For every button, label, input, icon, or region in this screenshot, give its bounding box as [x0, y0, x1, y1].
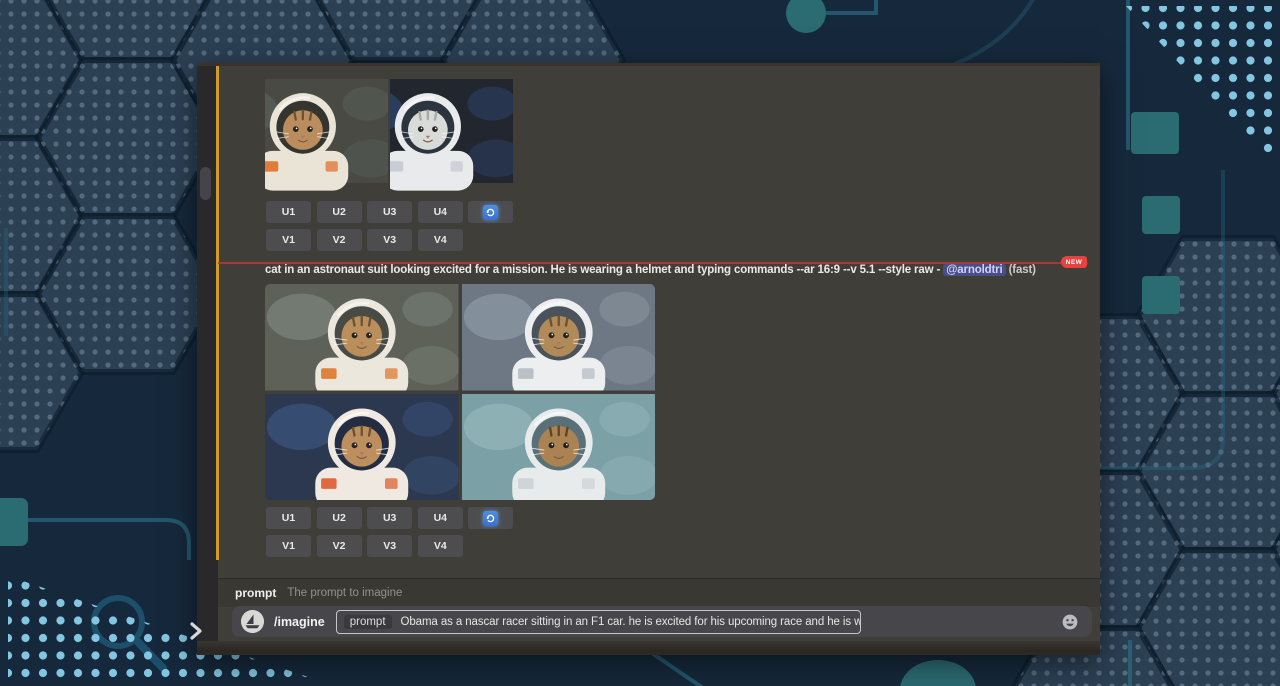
user-mention[interactable]: @arnoldtri [943, 264, 1005, 276]
command-option-popup[interactable]: prompt The prompt to imagine [218, 578, 1100, 607]
image-grid [265, 284, 655, 500]
separator: - [936, 264, 940, 276]
slash-command-label: /imagine [274, 615, 325, 629]
prompt-input-value[interactable]: Obama as a nascar racer sitting in an F1… [401, 616, 861, 628]
v2-button[interactable]: V2 [317, 229, 362, 251]
upscale-button-row: U1 U2 U3 U4 [266, 201, 513, 223]
chevron-right-icon[interactable] [190, 622, 202, 640]
v4-button[interactable]: V4 [418, 535, 463, 557]
variation-button-row: V1 V2 V3 V4 [266, 229, 463, 251]
option-hint: The prompt to imagine [287, 587, 402, 599]
v1-button[interactable]: V1 [266, 535, 311, 557]
midjourney-sailboat-icon [241, 610, 264, 633]
preview-image[interactable] [390, 66, 513, 196]
scrollbar-thumb[interactable] [200, 167, 211, 200]
highlight-bar [216, 66, 219, 560]
grid-image-4[interactable] [462, 394, 656, 501]
variation-button-row: V1 V2 V3 V4 [266, 535, 463, 557]
emoji-picker-icon[interactable] [1061, 613, 1079, 631]
reroll-button[interactable] [468, 507, 513, 529]
v4-button[interactable]: V4 [418, 229, 463, 251]
preview-image[interactable] [265, 66, 388, 196]
upscale-preview-pair [265, 66, 513, 196]
desktop: U1 U2 U3 U4 V1 V2 V3 V4 NEW cat in an [0, 0, 1280, 686]
refresh-icon [483, 511, 498, 526]
prompt-option-field[interactable]: prompt Obama as a nascar racer sitting i… [336, 610, 861, 634]
reroll-button[interactable] [468, 201, 513, 223]
upscale-button-row: U1 U2 U3 U4 [266, 507, 513, 529]
grid-image-1[interactable] [265, 284, 459, 391]
u1-button[interactable]: U1 [266, 201, 311, 223]
discord-window: U1 U2 U3 U4 V1 V2 V3 V4 NEW cat in an [197, 63, 1100, 655]
v1-button[interactable]: V1 [266, 229, 311, 251]
u2-button[interactable]: U2 [317, 507, 362, 529]
u3-button[interactable]: U3 [367, 201, 412, 223]
grid-image-3[interactable] [265, 394, 459, 501]
window-bottom-edge [197, 641, 1100, 652]
u4-button[interactable]: U4 [418, 507, 463, 529]
v3-button[interactable]: V3 [367, 535, 412, 557]
grid-image-2[interactable] [462, 284, 656, 391]
v2-button[interactable]: V2 [317, 535, 362, 557]
message-input-bar[interactable]: /imagine prompt Obama as a nascar racer … [232, 606, 1092, 637]
u1-button[interactable]: U1 [266, 507, 311, 529]
message-prompt-text: cat in an astronaut suit looking excited… [265, 264, 1085, 276]
option-name: prompt [235, 586, 276, 600]
v3-button[interactable]: V3 [367, 229, 412, 251]
field-label: prompt [344, 615, 392, 629]
prompt-text: cat in an astronaut suit looking excited… [265, 264, 933, 276]
u4-button[interactable]: U4 [418, 201, 463, 223]
refresh-icon [483, 205, 498, 220]
speed-mode-label: (fast) [1009, 264, 1036, 276]
u2-button[interactable]: U2 [317, 201, 362, 223]
u3-button[interactable]: U3 [367, 507, 412, 529]
window-left-rail [197, 66, 218, 652]
